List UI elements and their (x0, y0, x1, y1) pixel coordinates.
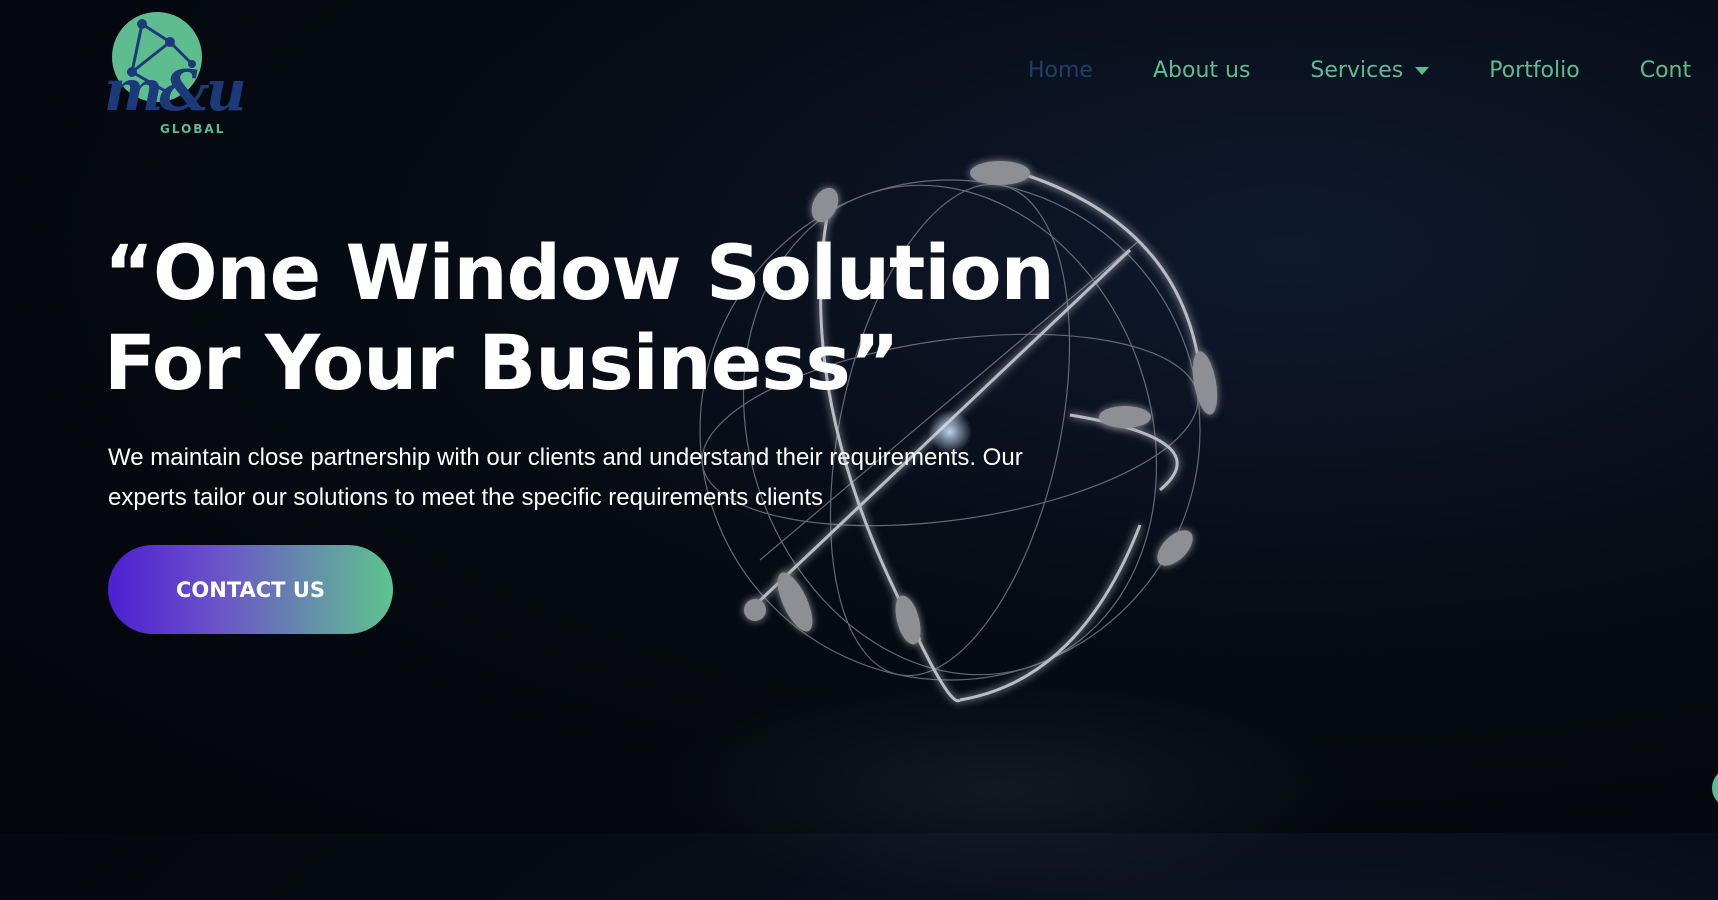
nav-item-label: Home (1028, 58, 1093, 83)
main-nav: Home About us Services Portfolio Cont (1028, 58, 1718, 83)
nav-item-services[interactable]: Services (1310, 58, 1430, 83)
nav-item-portfolio[interactable]: Portfolio (1489, 58, 1580, 83)
nav-item-label: Cont (1639, 58, 1692, 83)
hero-title-line: “One Window Solution (104, 228, 1055, 317)
hero-description: We maintain close partnership with our c… (108, 438, 1108, 518)
hero-title: “One Window Solution For Your Business” (104, 228, 1104, 408)
nav-item-label: Services (1310, 58, 1404, 83)
logo-subtitle: GLOBAL (160, 122, 226, 136)
hero-description-line: We maintain close partnership with our c… (108, 444, 1023, 471)
wireframe-globe-graphic (699, 161, 1218, 703)
logo[interactable]: m&u GLOBAL (104, 10, 247, 140)
nav-item-label: About us (1152, 58, 1251, 83)
nav-item-label: Portfolio (1489, 58, 1580, 83)
logo-script-text: m&u (104, 58, 247, 124)
caret-down-icon (1415, 66, 1430, 75)
contact-us-button[interactable]: CONTACT US (108, 545, 393, 634)
chat-widget-icon[interactable] (1712, 768, 1718, 808)
hero-description-line: experts tailor our solutions to meet the… (108, 484, 823, 511)
nav-item-about[interactable]: About us (1153, 58, 1250, 83)
hero-title-line: For Your Business” (104, 318, 900, 407)
nav-item-home[interactable]: Home (1028, 58, 1093, 83)
nav-item-contact[interactable]: Cont (1640, 58, 1691, 83)
